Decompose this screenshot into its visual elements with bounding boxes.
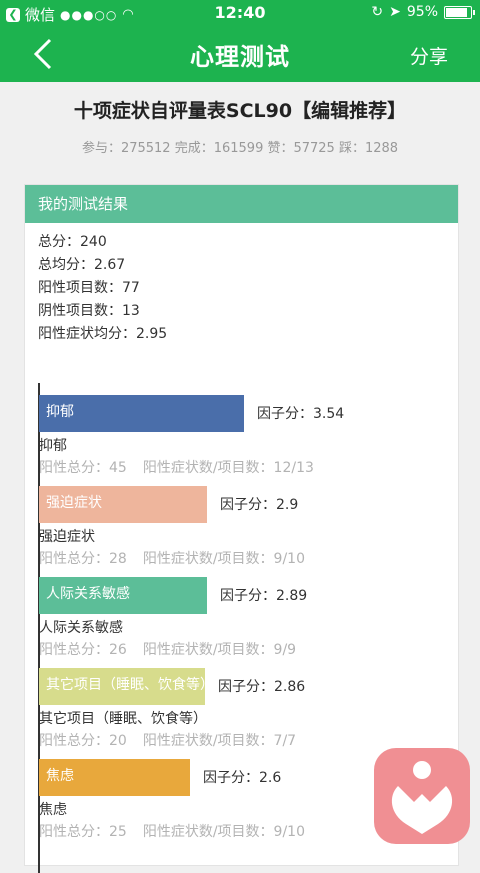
factor-meta: 阳性总分：26 阳性症状数/项目数：9/9	[39, 639, 296, 659]
factor-score: 因子分：2.86	[218, 679, 306, 695]
factor-group: 强迫症状 因子分：2.9 强迫症状 阳性总分：28 阳性症状数/项目数：9/10	[39, 486, 449, 570]
factor-positive-total: 阳性总分：45	[39, 460, 127, 476]
factor-meta: 阳性总分：28 阳性症状数/项目数：9/10	[39, 548, 305, 568]
factor-positive-total: 阳性总分：25	[39, 824, 127, 840]
factor-meta: 阳性总分：20 阳性症状数/项目数：7/7	[39, 730, 296, 750]
location-icon: ➤	[389, 4, 401, 20]
factor-name: 其它项目（睡眠、饮食等）	[39, 711, 207, 727]
factor-name: 人际关系敏感	[39, 620, 123, 636]
factor-score: 因子分：2.9	[220, 497, 299, 513]
factor-name: 抑郁	[39, 438, 67, 454]
factor-meta: 阳性总分：25 阳性症状数/项目数：9/10	[39, 821, 305, 841]
heart-person-icon	[391, 761, 453, 834]
factor-group: 人际关系敏感 因子分：2.89 人际关系敏感 阳性总分：26 阳性症状数/项目数：9/9	[39, 577, 449, 661]
factor-positive-total: 阳性总分：20	[39, 733, 127, 749]
factor-bar: 其它项目（睡眠、饮食等）	[39, 668, 205, 705]
summary-positive-count: 阳性项目数：77	[38, 280, 140, 296]
factor-bar: 强迫症状	[39, 486, 207, 523]
factor-score: 因子分：2.89	[220, 588, 308, 604]
factor-score: 因子分：2.6	[203, 770, 282, 786]
nav-bar: 心理测试 分享	[0, 26, 480, 82]
summary-average: 总均分：2.67	[38, 257, 126, 273]
battery-percent: 95%	[406, 4, 438, 20]
summary-positive-average: 阳性症状均分：2.95	[38, 326, 168, 342]
factor-bar: 抑郁	[39, 395, 244, 432]
factor-name: 焦虑	[39, 802, 67, 818]
factor-meta: 阳性总分：45 阳性症状数/项目数：12/13	[39, 457, 314, 477]
factor-group: 抑郁 因子分：3.54 抑郁 阳性总分：45 阳性症状数/项目数：12/13	[39, 395, 449, 479]
factor-name: 强迫症状	[39, 529, 95, 545]
summary-negative-count: 阴性项目数：13	[38, 303, 140, 319]
factor-positive-ratio: 阳性症状数/项目数：7/7	[142, 733, 297, 749]
factor-bar: 人际关系敏感	[39, 577, 207, 614]
factor-positive-ratio: 阳性症状数/项目数：9/10	[142, 551, 305, 567]
page-title: 十项症状自评量表SCL90【编辑推荐】	[73, 100, 407, 122]
result-summary: 总分：240 总均分：2.67 阳性项目数：77 阴性项目数：13 阳性症状均分…	[25, 223, 458, 346]
result-header: 我的测试结果	[25, 185, 458, 223]
battery-icon	[444, 5, 475, 19]
factor-positive-ratio: 阳性症状数/项目数：9/9	[142, 642, 297, 658]
factor-bar: 焦虑	[39, 759, 190, 796]
floating-heart-button[interactable]	[374, 748, 470, 844]
factor-positive-total: 阳性总分：26	[39, 642, 127, 658]
status-bar: ❮ 微信 ●●●○○ ◠ 12:40 ↻ ➤ 95%	[0, 0, 480, 26]
nav-title: 心理测试	[190, 43, 290, 71]
lock-rotation-icon: ↻	[371, 4, 384, 20]
factor-positive-ratio: 阳性症状数/项目数：9/10	[142, 824, 305, 840]
factor-score: 因子分：3.54	[257, 406, 345, 422]
factor-group: 其它项目（睡眠、饮食等） 因子分：2.86 其它项目（睡眠、饮食等） 阳性总分：20 阳…	[39, 668, 449, 752]
share-button[interactable]: 分享	[410, 42, 448, 69]
test-stats: 参与：275512 完成：161599 赞：57725 踩：1288	[81, 141, 399, 156]
factor-positive-total: 阳性总分：28	[39, 551, 127, 567]
summary-total: 总分：240	[38, 234, 107, 250]
factor-positive-ratio: 阳性症状数/项目数：12/13	[142, 460, 314, 476]
